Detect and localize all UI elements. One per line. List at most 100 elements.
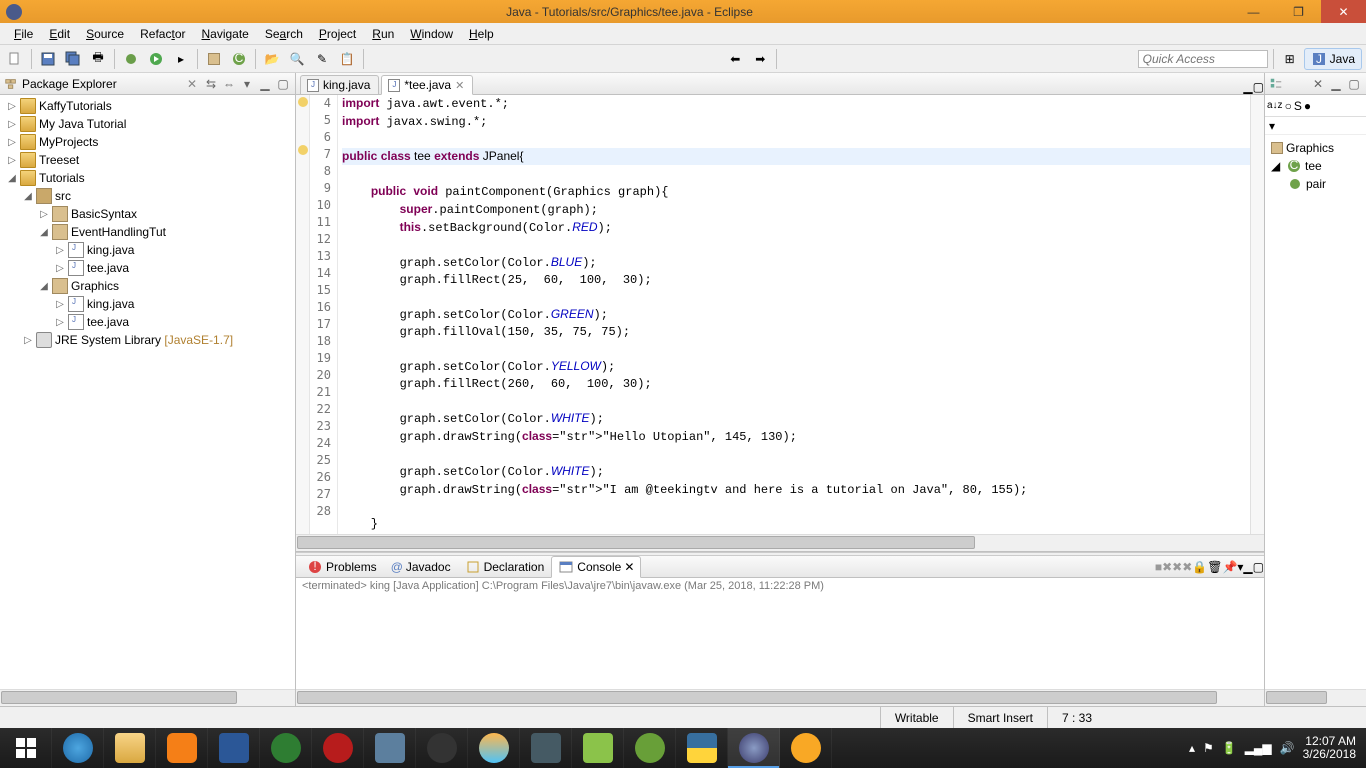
src-folder-row[interactable]: ◢src <box>0 187 295 205</box>
terminate-icon[interactable]: ■ <box>1155 560 1162 574</box>
taskbar-ie[interactable] <box>52 728 104 768</box>
tab-declaration[interactable]: Declaration <box>458 556 552 578</box>
taskbar-opera[interactable] <box>312 728 364 768</box>
package-tree[interactable]: ▷KaffyTutorials ▷My Java Tutorial ▷MyPro… <box>0 95 295 689</box>
minimize-button[interactable]: — <box>1231 0 1276 23</box>
save-button[interactable] <box>37 48 59 70</box>
taskbar-uc[interactable] <box>156 728 208 768</box>
annotate-button[interactable]: ✎ <box>311 48 333 70</box>
outline-class[interactable]: ◢Ctee <box>1267 157 1364 175</box>
print-button[interactable]: 🖶 <box>87 48 109 70</box>
open-perspective-button[interactable]: ⊞ <box>1279 48 1301 70</box>
java-file-row[interactable]: ▷tee.java <box>0 313 295 331</box>
project-row[interactable]: ▷Treeset <box>0 151 295 169</box>
menu-window[interactable]: Window <box>402 25 461 43</box>
tray-battery-icon[interactable]: 🔋 <box>1222 741 1237 755</box>
project-row[interactable]: ▷KaffyTutorials <box>0 97 295 115</box>
outline-max-icon[interactable]: ▢ <box>1346 76 1362 92</box>
link-editor-icon[interactable]: ⇔ <box>221 76 237 92</box>
tab-close-icon[interactable]: ✕ <box>187 77 197 91</box>
jre-row[interactable]: ▷JRE System Library [JavaSE-1.7] <box>0 331 295 349</box>
hide-fields-icon[interactable]: ○ <box>1285 99 1292 113</box>
tray-flag-icon[interactable]: ⚑ <box>1203 741 1214 755</box>
menu-search[interactable]: Search <box>257 25 311 43</box>
view-menu-icon[interactable]: ▾ <box>239 76 255 92</box>
new-class-button[interactable]: C <box>228 48 250 70</box>
editor-tab-king[interactable]: king.java <box>300 75 379 94</box>
outline-h-scrollbar[interactable] <box>1265 689 1366 706</box>
taskbar-android-studio[interactable] <box>624 728 676 768</box>
editor-minimize-icon[interactable]: ▁ <box>1243 80 1252 94</box>
menu-file[interactable]: File <box>6 25 41 43</box>
code-editor[interactable]: 4 5 6 7 8 9 10 11 12 13 14 15 16 17 18 1… <box>296 95 1264 534</box>
menu-run[interactable]: Run <box>364 25 402 43</box>
java-perspective-button[interactable]: J Java <box>1304 48 1362 70</box>
taskbar-app2[interactable] <box>416 728 468 768</box>
overview-ruler[interactable] <box>1250 95 1264 534</box>
menu-edit[interactable]: Edit <box>41 25 78 43</box>
taskbar-eclipse[interactable] <box>728 728 780 768</box>
new-button[interactable] <box>4 48 26 70</box>
sort-icon[interactable]: a↓z <box>1267 100 1283 111</box>
taskbar-word[interactable] <box>208 728 260 768</box>
console-minimize-icon[interactable]: ▁ <box>1243 560 1252 574</box>
tray-volume-icon[interactable]: 🔊 <box>1280 741 1295 755</box>
close-tab-icon[interactable]: ✕ <box>455 79 464 92</box>
coverage-button[interactable]: ▸ <box>170 48 192 70</box>
taskbar-media[interactable] <box>468 728 520 768</box>
outline-package[interactable]: Graphics <box>1267 139 1364 157</box>
start-button[interactable] <box>0 728 52 768</box>
taskbar-explorer[interactable] <box>104 728 156 768</box>
menu-refactor[interactable]: Refactor <box>132 25 193 43</box>
console-maximize-icon[interactable]: ▢ <box>1253 560 1264 574</box>
taskbar-notepad[interactable] <box>364 728 416 768</box>
taskbar-app4[interactable] <box>572 728 624 768</box>
collapse-all-icon[interactable]: ⇆ <box>203 76 219 92</box>
taskbar-app1[interactable] <box>260 728 312 768</box>
menu-help[interactable]: Help <box>461 25 502 43</box>
quick-access-input[interactable] <box>1138 50 1268 68</box>
menu-navigate[interactable]: Navigate <box>193 25 256 43</box>
tab-javadoc[interactable]: @Javadoc <box>384 557 458 577</box>
tray-clock[interactable]: 12:07 AM 3/26/2018 <box>1303 735 1356 761</box>
outline-tree[interactable]: Graphics ◢Ctee pair <box>1265 135 1366 689</box>
close-button[interactable]: ✕ <box>1321 0 1366 23</box>
taskbar-python[interactable] <box>676 728 728 768</box>
run-button[interactable] <box>145 48 167 70</box>
open-type-button[interactable]: 📂 <box>261 48 283 70</box>
tray-up-icon[interactable]: ▴ <box>1189 741 1195 755</box>
menu-project[interactable]: Project <box>311 25 364 43</box>
editor-tab-tee[interactable]: *tee.java ✕ <box>381 75 473 95</box>
debug-button[interactable] <box>120 48 142 70</box>
java-file-row[interactable]: ▷tee.java <box>0 259 295 277</box>
project-row[interactable]: ▷My Java Tutorial <box>0 115 295 133</box>
close-tab-icon[interactable]: ✕ <box>624 560 634 574</box>
system-tray[interactable]: ▴ ⚑ 🔋 ▂▄▆ 🔊 12:07 AM 3/26/2018 <box>1179 735 1366 761</box>
remove-all-icon[interactable]: ✖✖ <box>1172 560 1192 574</box>
project-row-open[interactable]: ◢Tutorials <box>0 169 295 187</box>
taskbar-app3[interactable] <box>520 728 572 768</box>
remove-launch-icon[interactable]: ✖ <box>1162 560 1172 574</box>
search-button[interactable]: 🔍 <box>286 48 308 70</box>
package-explorer-scrollbar[interactable] <box>0 689 295 706</box>
package-row[interactable]: ◢EventHandlingTut <box>0 223 295 241</box>
project-row[interactable]: ▷MyProjects <box>0 133 295 151</box>
outline-method[interactable]: pair <box>1267 175 1364 193</box>
tab-console[interactable]: Console✕ <box>551 556 641 578</box>
minimize-view-icon[interactable]: ▁ <box>257 76 273 92</box>
package-row[interactable]: ◢Graphics <box>0 277 295 295</box>
java-file-row[interactable]: ▷king.java <box>0 295 295 313</box>
outline-min-icon[interactable]: ▁ <box>1328 76 1344 92</box>
package-row[interactable]: ▷BasicSyntax <box>0 205 295 223</box>
editor-maximize-icon[interactable]: ▢ <box>1253 80 1264 94</box>
back-button[interactable]: ⬅ <box>724 48 746 70</box>
new-package-button[interactable] <box>203 48 225 70</box>
menu-source[interactable]: Source <box>78 25 132 43</box>
code-content[interactable]: import java.awt.event.*; import javax.sw… <box>338 95 1250 534</box>
save-all-button[interactable] <box>62 48 84 70</box>
editor-h-scrollbar[interactable] <box>296 534 1264 551</box>
console-h-scrollbar[interactable] <box>296 689 1264 706</box>
hide-static-icon[interactable]: S <box>1294 99 1302 113</box>
tab-problems[interactable]: !Problems <box>300 556 384 578</box>
task-button[interactable]: 📋 <box>336 48 358 70</box>
